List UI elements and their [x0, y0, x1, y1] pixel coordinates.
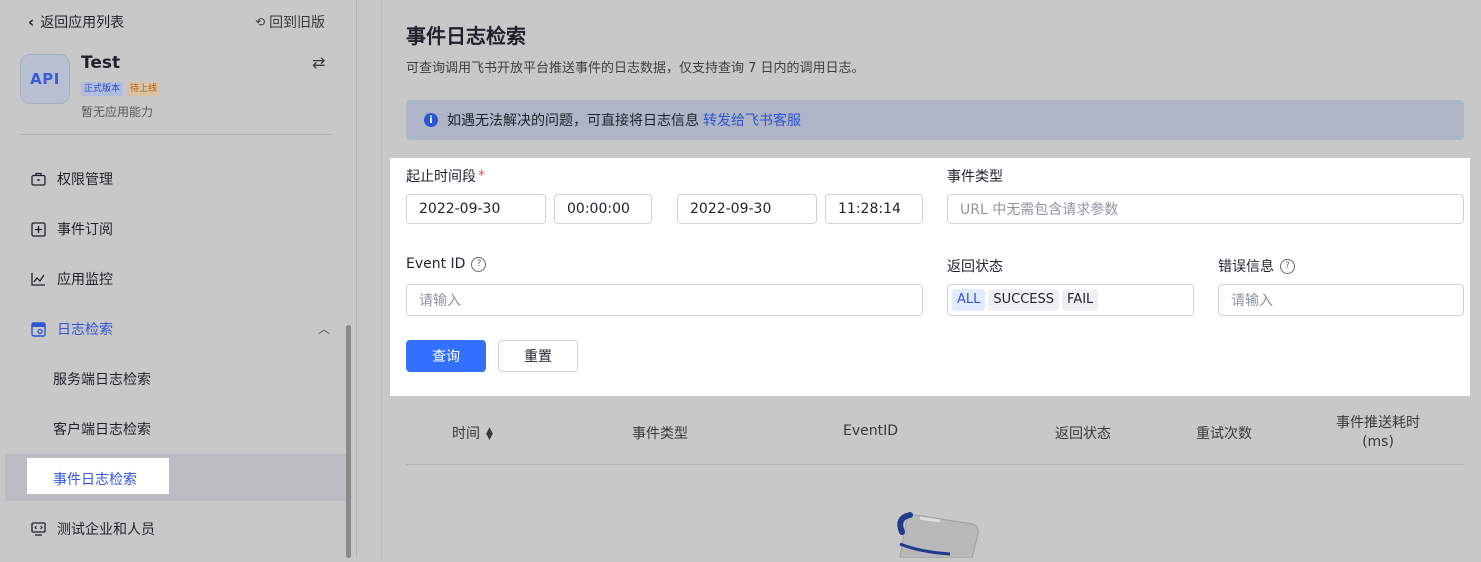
- help-icon[interactable]: ?: [1280, 258, 1295, 274]
- reset-button[interactable]: 重置: [498, 340, 578, 372]
- empty-state-illustration: [880, 510, 1000, 562]
- time-range-label: 起止时间段 *: [406, 166, 485, 186]
- sidebar-item-label: 测试企业和人员: [57, 522, 155, 538]
- column-header-label: 事件推送耗时: [1336, 415, 1420, 431]
- table-header-divider: [406, 464, 1464, 465]
- column-header-retry-count: 重试次数: [1196, 426, 1252, 442]
- column-header-unit: (ms): [1362, 434, 1394, 450]
- event-type-input[interactable]: URL 中无需包含请求参数: [947, 194, 1464, 224]
- column-header-push-duration: 事件推送耗时 (ms): [1336, 412, 1420, 450]
- info-icon: i: [424, 113, 438, 127]
- line-chart-icon: [30, 271, 46, 287]
- app-name: Test: [81, 53, 121, 73]
- start-time-input[interactable]: 00:00:00: [554, 194, 652, 224]
- required-asterisk: *: [478, 168, 485, 184]
- sidebar-scrollbar[interactable]: [346, 325, 351, 558]
- sidebar-item-label: 事件订阅: [57, 222, 113, 238]
- back-to-app-list-label: 返回应用列表: [40, 15, 125, 31]
- error-info-label: 错误信息 ?: [1218, 256, 1295, 276]
- search-form: 起止时间段 * 2022-09-30 00:00:00 2022-09-30 11…: [390, 158, 1470, 396]
- forward-to-support-link[interactable]: 转发给飞书客服: [703, 110, 801, 130]
- end-date-input[interactable]: 2022-09-30: [677, 194, 817, 224]
- page-title: 事件日志检索: [406, 24, 526, 48]
- status-badge: 待上线: [127, 82, 161, 96]
- error-info-input[interactable]: 请输入: [1218, 284, 1464, 316]
- column-header-event-type: 事件类型: [632, 426, 688, 442]
- event-id-label: Event ID ?: [406, 256, 487, 272]
- status-option-success[interactable]: SUCCESS: [988, 289, 1060, 311]
- return-status-selector: ALL SUCCESS FAIL: [947, 284, 1194, 316]
- return-status-label: 返回状态: [947, 259, 1003, 275]
- version-badge: 正式版本: [81, 82, 124, 96]
- start-date-input[interactable]: 2022-09-30: [406, 194, 546, 224]
- sidebar: ‹ 返回应用列表 ⟲ 回到旧版 API Test 正式版本 待上线 暂无应用能力…: [0, 0, 356, 558]
- app-capability-text: 暂无应用能力: [81, 105, 154, 119]
- app-logo: API: [20, 54, 70, 104]
- sidebar-item-label: 日志检索: [57, 322, 113, 338]
- back-to-old-version-label: 回到旧版: [269, 15, 326, 31]
- sidebar-item-label: 权限管理: [57, 172, 113, 188]
- app-badges: 正式版本 待上线: [81, 82, 161, 96]
- error-info-label-text: 错误信息: [1218, 259, 1274, 275]
- sidebar-item-test-org[interactable]: 测试企业和人员: [30, 519, 155, 539]
- sidebar-item-log-search[interactable]: 日志检索: [30, 319, 113, 339]
- event-id-input[interactable]: 请输入: [406, 284, 923, 316]
- column-header-label: 时间: [452, 426, 480, 442]
- chevron-up-icon[interactable]: ︿: [318, 320, 330, 337]
- status-option-fail[interactable]: FAIL: [1062, 289, 1099, 311]
- notice-banner: i 如遇无法解决的问题，可直接将日志信息 转发给飞书客服: [406, 100, 1464, 140]
- chevron-left-icon: ‹: [28, 13, 35, 31]
- event-id-label-text: Event ID: [406, 256, 466, 272]
- history-icon: ⟲: [255, 15, 266, 29]
- help-icon[interactable]: ?: [471, 256, 487, 272]
- column-header-time[interactable]: 时间 ▲ ▼: [452, 423, 493, 443]
- sidebar-subitem-event-log[interactable]: 事件日志检索: [53, 469, 137, 489]
- sidebar-subitem-client-log[interactable]: 客户端日志检索: [53, 419, 151, 439]
- log-search-icon: [30, 321, 46, 337]
- end-time-input[interactable]: 11:28:14: [825, 194, 923, 224]
- sidebar-item-event-subscription[interactable]: 事件订阅: [30, 219, 113, 239]
- event-icon: [30, 221, 46, 237]
- column-header-event-id: EventID: [843, 423, 899, 439]
- notice-text: 如遇无法解决的问题，可直接将日志信息: [447, 113, 699, 129]
- divider: [20, 134, 332, 135]
- back-to-old-version[interactable]: ⟲ 回到旧版: [255, 12, 325, 32]
- sidebar-item-label: 应用监控: [57, 272, 113, 288]
- query-button[interactable]: 查询: [406, 340, 486, 372]
- column-header-return-status: 返回状态: [1055, 426, 1111, 442]
- briefcase-icon: [30, 171, 46, 187]
- event-type-label: 事件类型: [947, 169, 1003, 185]
- monitor-icon: [30, 521, 46, 537]
- time-range-label-text: 起止时间段: [406, 169, 476, 185]
- page-description: 可查询调用飞书开放平台推送事件的日志数据，仅支持查询 7 日内的调用日志。: [406, 61, 865, 76]
- sort-icon[interactable]: ▲ ▼: [486, 427, 493, 442]
- status-option-all[interactable]: ALL: [952, 289, 986, 311]
- sidebar-item-app-monitor[interactable]: 应用监控: [30, 269, 113, 289]
- switch-app-icon[interactable]: ⇄: [312, 53, 325, 72]
- main-gutter-border: [381, 0, 382, 558]
- sidebar-subitem-server-log[interactable]: 服务端日志检索: [53, 369, 151, 389]
- back-to-app-list[interactable]: ‹ 返回应用列表: [28, 12, 124, 32]
- main-gutter: [357, 0, 382, 558]
- sidebar-item-permissions[interactable]: 权限管理: [30, 169, 113, 189]
